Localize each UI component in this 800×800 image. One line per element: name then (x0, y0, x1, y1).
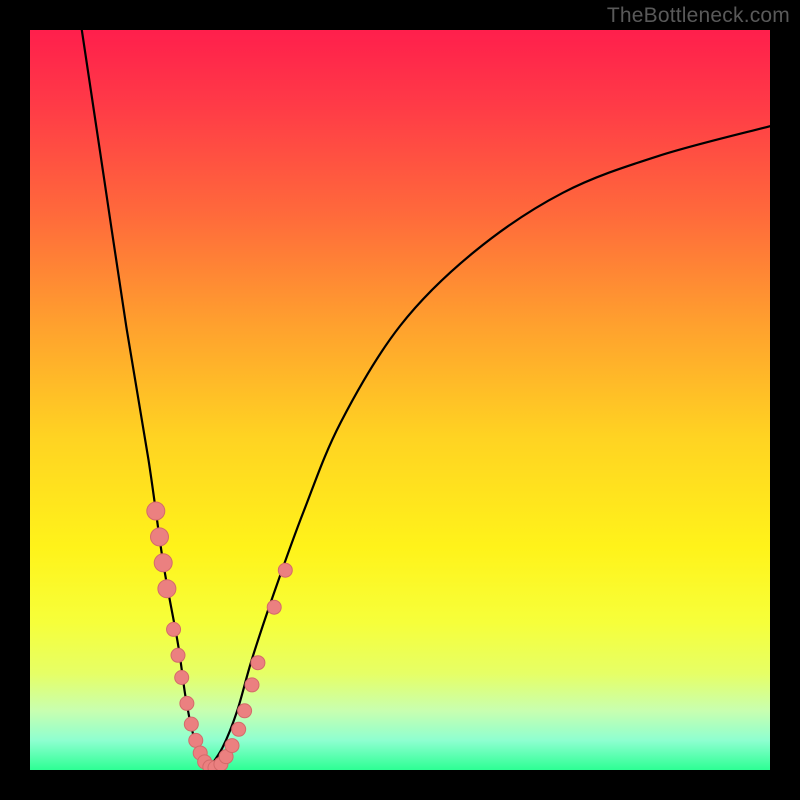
data-marker (158, 580, 176, 598)
data-marker (147, 502, 165, 520)
data-marker (151, 528, 169, 546)
data-marker (189, 733, 203, 747)
data-marker (278, 563, 292, 577)
data-marker (225, 739, 239, 753)
data-marker (175, 671, 189, 685)
data-marker (238, 704, 252, 718)
bottleneck-curve-left (82, 30, 208, 770)
watermark-text: TheBottleneck.com (607, 4, 790, 28)
data-marker (167, 622, 181, 636)
data-marker (232, 722, 246, 736)
data-marker (251, 656, 265, 670)
plot-area (30, 30, 770, 770)
bottleneck-curve-right (208, 126, 770, 770)
chart-frame: TheBottleneck.com (0, 0, 800, 800)
data-markers (147, 502, 292, 770)
curve-layer (30, 30, 770, 770)
data-marker (184, 717, 198, 731)
data-marker (171, 648, 185, 662)
data-marker (245, 678, 259, 692)
data-marker (154, 554, 172, 572)
data-marker (180, 696, 194, 710)
data-marker (267, 600, 281, 614)
